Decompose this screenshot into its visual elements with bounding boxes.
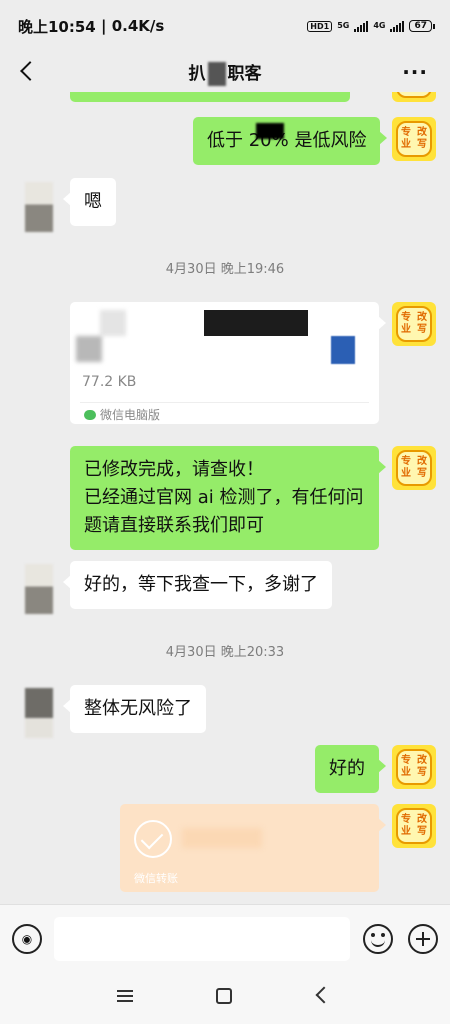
chat-header: 扒职客 ··· <box>0 52 450 92</box>
avatar-user[interactable] <box>25 564 53 614</box>
chat-title-right: 职客 <box>227 63 262 84</box>
redaction-block <box>182 828 262 848</box>
chat-title-left: 扒 <box>188 63 206 84</box>
message-bubble-out[interactable]: 低于 20% 是低风险 <box>193 117 388 165</box>
input-bar: ◉ <box>0 904 450 972</box>
home-icon[interactable] <box>216 988 232 1004</box>
message-bubble-in[interactable]: 嗯 <box>63 178 116 226</box>
timestamp: 4月30日 晚上19:46 <box>165 262 285 277</box>
avatar-user[interactable] <box>25 182 53 232</box>
message-text: 好的 <box>329 758 365 779</box>
file-size: 77.2 KB <box>82 374 137 390</box>
word-file-icon <box>331 336 355 364</box>
message-text-line: 已修改完成，请查收！ <box>84 459 264 480</box>
message-bubble-out[interactable]: 好的 <box>315 745 386 793</box>
file-name-redacted <box>204 310 308 336</box>
message-text: 嗯 <box>84 191 102 212</box>
status-icons: HD1 5G 4G 67 <box>307 20 435 32</box>
emoji-icon[interactable] <box>363 924 393 954</box>
message-text-line: 已经通过官网 ai 检测了，有任何问 <box>84 487 364 508</box>
file-message[interactable]: 77.2 KB 微信电脑版 <box>70 302 386 424</box>
redaction-block <box>100 310 126 336</box>
signal-icon <box>354 20 369 32</box>
wechat-icon <box>84 409 96 420</box>
check-circle-icon <box>134 820 172 858</box>
hd-badge: HD1 <box>307 20 333 32</box>
chat-area[interactable]: 专业改写 低于 20% 是低风险 专业改写 嗯 4月30日 晚上19:46 77… <box>0 92 450 904</box>
avatar-pro[interactable]: 专业改写 <box>392 745 436 789</box>
voice-icon[interactable]: ◉ <box>12 924 42 954</box>
message-bubble-in[interactable]: 好的，等下我查一下，多谢了 <box>63 561 332 609</box>
avatar-pro[interactable]: 专业改写 <box>392 117 436 161</box>
battery-icon: 67 <box>409 20 435 32</box>
menu-icon[interactable] <box>117 990 133 1002</box>
chat-title: 扒职客 <box>189 59 262 86</box>
system-nav-bar <box>0 972 450 1024</box>
message-input[interactable] <box>54 917 350 961</box>
plus-icon[interactable] <box>408 924 438 954</box>
avatar-pro[interactable]: 专业改写 <box>392 302 436 346</box>
redaction-block <box>76 336 102 362</box>
message-text: 好的，等下我查一下，多谢了 <box>84 574 318 595</box>
file-source: 微信电脑版 <box>84 406 160 423</box>
redaction-block <box>256 123 284 139</box>
nav-back-icon[interactable] <box>315 986 333 1004</box>
back-icon[interactable] <box>16 58 38 84</box>
network-4g-label: 4G <box>373 21 386 30</box>
message-text: 低于 20% 是低风险 <box>207 130 367 151</box>
title-redaction <box>207 61 226 86</box>
network-5g-label: 5G <box>337 21 350 30</box>
signal-icon-2 <box>390 20 405 32</box>
avatar-pro[interactable]: 专业改写 <box>392 804 436 848</box>
transfer-label: 微信转账 <box>134 872 178 885</box>
transfer-message[interactable]: 微信转账 <box>120 804 386 892</box>
more-icon[interactable]: ··· <box>402 60 428 84</box>
timestamp: 4月30日 晚上20:33 <box>165 645 285 660</box>
message-bubble-in[interactable]: 整体无风险了 <box>63 685 206 733</box>
network-speed: 0.4K/s <box>111 17 165 35</box>
avatar-user[interactable] <box>25 688 53 738</box>
status-time: 晚上10:54 <box>18 17 96 36</box>
message-bubble-out[interactable]: 已修改完成，请查收！ 已经通过官网 ai 检测了，有任何问 题请直接联系我们即可 <box>70 446 386 550</box>
file-source-label: 微信电脑版 <box>100 408 161 422</box>
message-text-line: 题请直接联系我们即可 <box>84 515 264 536</box>
partial-bubble <box>70 92 350 102</box>
avatar-pro[interactable]: 专业改写 <box>392 92 436 102</box>
divider <box>80 402 369 403</box>
avatar-pro[interactable]: 专业改写 <box>392 446 436 490</box>
message-text: 整体无风险了 <box>84 698 192 719</box>
status-bar: 晚上10:54 | 0.4K/s HD1 5G 4G 67 <box>0 0 450 52</box>
